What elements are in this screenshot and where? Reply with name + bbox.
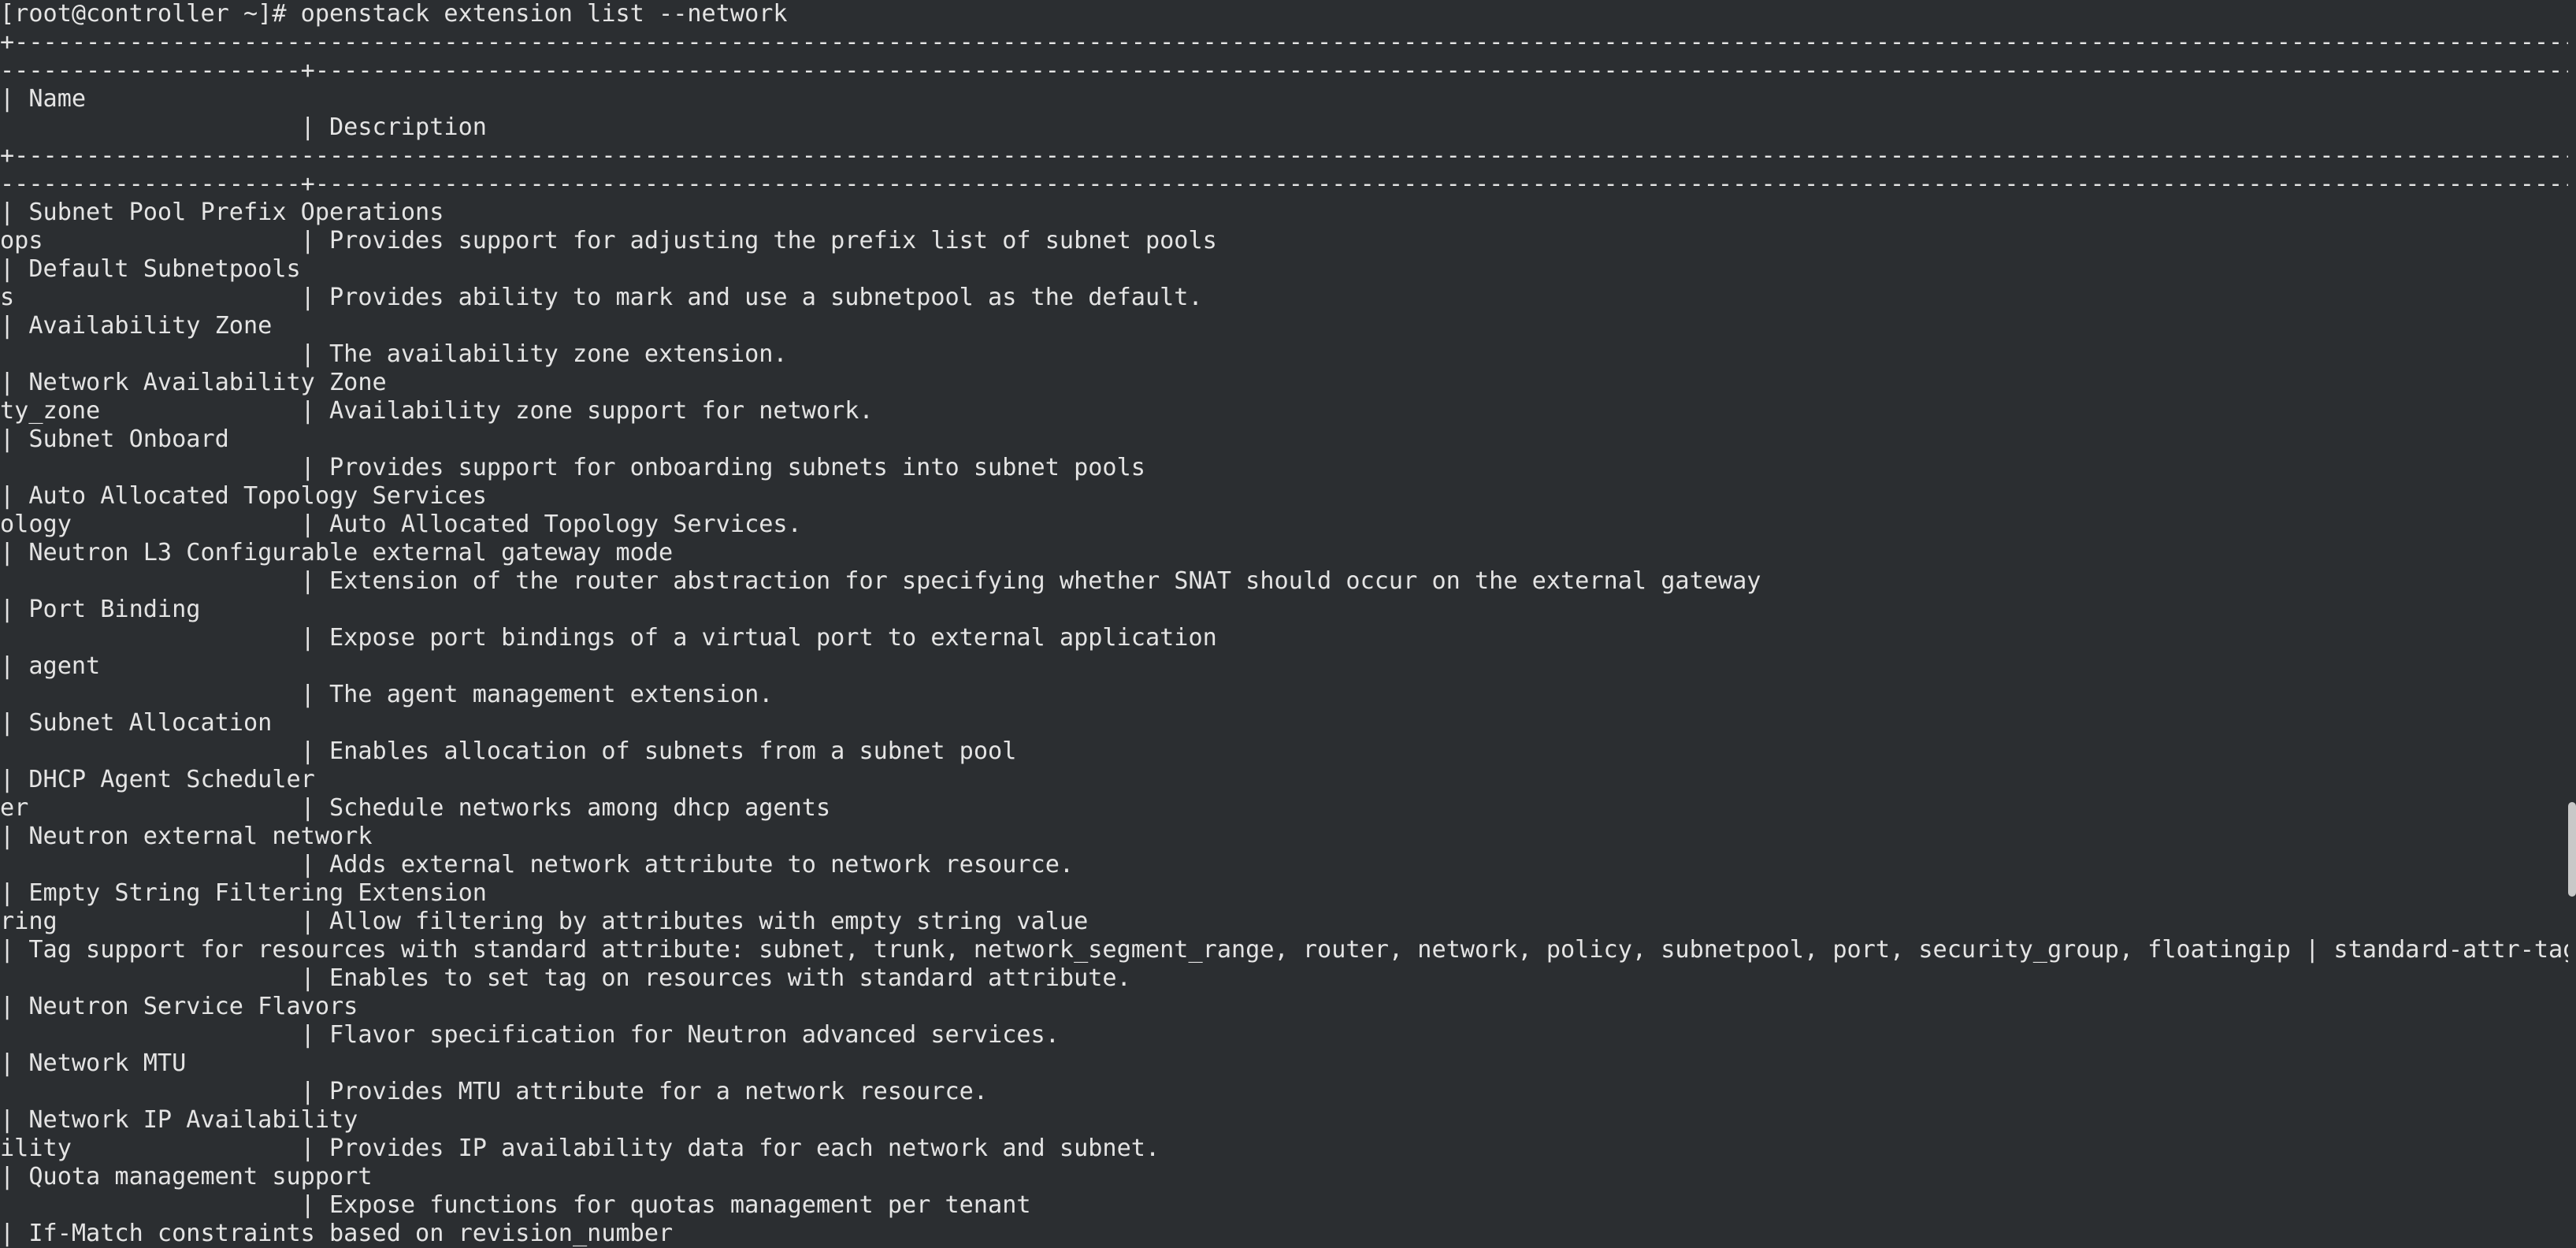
terminal-line: | Subnet Allocation | subnet_alloc bbox=[0, 709, 273, 737]
terminal-line: +---------------------------------------… bbox=[0, 142, 2576, 169]
terminal-line: | The availability zone extension. | bbox=[300, 340, 788, 368]
terminal-line: | Empty String Filtering Extension | emp… bbox=[0, 879, 487, 907]
scrollbar-thumb[interactable] bbox=[2568, 802, 2576, 897]
terminal-line: | Enables allocation of subnets from a s… bbox=[300, 737, 1017, 765]
terminal-line: ility | Provides IP availability data fo… bbox=[0, 1135, 1160, 1162]
terminal-line: ology | Auto Allocated Topology Services… bbox=[0, 511, 802, 538]
command-prompt-line: [root@controller ~]# openstack extension… bbox=[0, 0, 788, 28]
terminal-line: | Neutron Service Flavors | flavors bbox=[0, 993, 358, 1020]
terminal-line: | Network IP Availability | network-ip-a bbox=[0, 1106, 358, 1134]
terminal-window[interactable]: [root@controller ~]# openstack extension… bbox=[0, 0, 2576, 1248]
terminal-line: er | Schedule networks among dhcp agents bbox=[0, 794, 831, 822]
terminal-line: | If-Match constraints based on revision… bbox=[0, 1220, 674, 1247]
terminal-line: | Provides support for onboarding subnet… bbox=[300, 454, 1145, 481]
terminal-line: | Extension of the router abstraction fo… bbox=[300, 567, 1761, 595]
terminal-line: | Flavor specification for Neutron advan… bbox=[300, 1021, 1060, 1049]
terminal-line: | Adds external network attribute to net… bbox=[300, 851, 1075, 878]
terminal-line: | Subnet Onboard | subnet_onboa bbox=[0, 425, 229, 453]
terminal-line: | Auto Allocated Topology Services | aut… bbox=[0, 482, 487, 510]
terminal-line: | Expose port bindings of a virtual port… bbox=[300, 624, 1217, 652]
terminal-line: | Network MTU | net-mtu bbox=[0, 1049, 187, 1077]
terminal-line: ring | Allow filtering by attributes wit… bbox=[0, 908, 1089, 935]
terminal-line: +---------------------------------------… bbox=[0, 28, 2576, 56]
terminal-line: | Tag support for resources with standar… bbox=[0, 936, 2576, 964]
terminal-line: | Name | Alias bbox=[0, 85, 87, 113]
terminal-line: | Description | bbox=[300, 113, 487, 141]
terminal-line: | Availability Zone | availability bbox=[0, 312, 273, 340]
terminal-line: | Network Availability Zone | network_av… bbox=[0, 369, 387, 396]
terminal-line: | agent | agent bbox=[0, 652, 101, 680]
terminal-line: | Default Subnetpools | default-subn bbox=[0, 255, 301, 283]
terminal-line: | DHCP Agent Scheduler | dhcp_agent_s bbox=[0, 766, 315, 793]
terminal-line: | Port Binding | binding bbox=[0, 596, 201, 623]
terminal-output[interactable]: [root@controller ~]# openstack extension… bbox=[0, 0, 2576, 1248]
terminal-line: | Enables to set tag on resources with s… bbox=[300, 964, 1131, 992]
terminal-line: s | Provides ability to mark and use a s… bbox=[0, 284, 1203, 311]
terminal-line: | Provides MTU attribute for a network r… bbox=[300, 1078, 989, 1105]
terminal-line: ty_zone | Availability zone support for … bbox=[0, 397, 874, 425]
terminal-line: | Expose functions for quotas management… bbox=[300, 1191, 1031, 1219]
terminal-line: ---------------------+------------------… bbox=[0, 170, 2576, 198]
terminal-line: | Neutron external network | external-ne… bbox=[0, 823, 373, 850]
terminal-line: ops | Provides support for adjusting the… bbox=[0, 227, 1217, 254]
terminal-line: | Quota management support | quotas bbox=[0, 1163, 373, 1190]
vertical-scrollbar[interactable] bbox=[2568, 0, 2576, 1248]
terminal-line: | Subnet Pool Prefix Operations | subnet… bbox=[0, 199, 444, 226]
terminal-line: ---------------------+------------------… bbox=[0, 57, 2576, 84]
terminal-line: | The agent management extension. | bbox=[300, 681, 774, 708]
terminal-line: | Neutron L3 Configurable external gatew… bbox=[0, 539, 674, 566]
